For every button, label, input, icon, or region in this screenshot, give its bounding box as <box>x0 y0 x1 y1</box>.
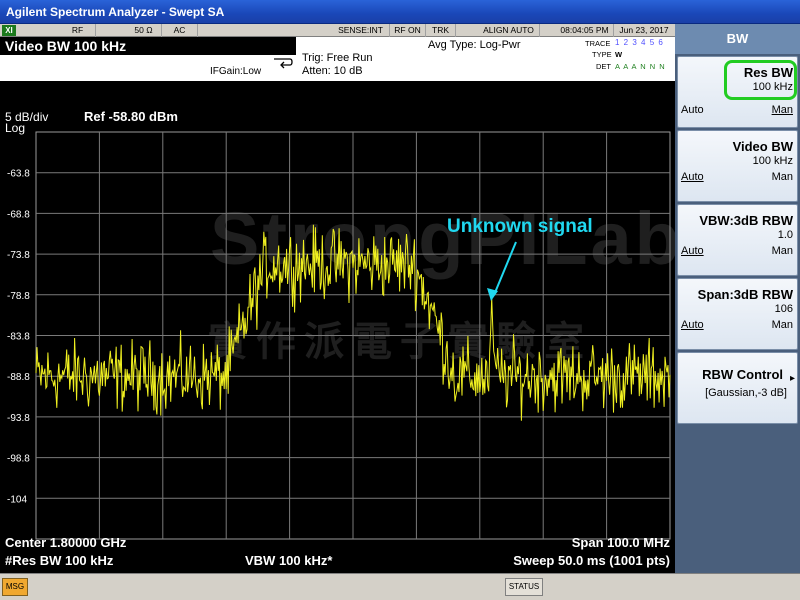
rf-input-indicator: RF <box>60 24 96 37</box>
avg-type-readout: Avg Type: Log-Pwr <box>428 39 521 51</box>
menu-title: BW <box>675 24 800 54</box>
softkey-span-rbw-ratio[interactable]: Span:3dB RBW 106 Auto Man <box>677 278 798 350</box>
det-values: A A A N N N <box>615 62 666 71</box>
center-frequency-label: Center 1.80000 GHz <box>5 535 127 550</box>
status-label[interactable]: STATUS <box>505 578 543 596</box>
spectrum-display: StrongPILab 實作派電子實驗室 5 dB/div Log Ref -58.… <box>0 81 680 573</box>
xi-badge: XI <box>2 25 16 36</box>
det-label: DET <box>596 62 611 71</box>
auto-option[interactable]: Auto <box>681 171 704 183</box>
type-values: W <box>615 50 623 59</box>
softkey-value: 106 <box>774 303 793 315</box>
instrument-status-strip: XI RF 50 Ω AC SENSE:INT RF ON TRK ALIGN … <box>0 24 675 37</box>
y-tick-label: -83.8 <box>7 332 30 343</box>
vbw-label: VBW 100 kHz* <box>245 553 333 568</box>
softkey-label: Res BW <box>743 65 793 80</box>
auto-option[interactable]: Auto <box>681 245 704 257</box>
type-label: TYPE <box>592 50 612 59</box>
ref-level-label: Ref -58.80 dBm <box>84 109 178 124</box>
bottom-status-bar: MSG STATUS <box>0 573 800 600</box>
attenuation-readout: Atten: 10 dB <box>302 65 363 77</box>
trace-numbers: 1 2 3 4 5 6 <box>615 38 664 47</box>
clock-date: Jun 23, 2017 <box>619 25 669 35</box>
softkey-res-bw[interactable]: Res BW 100 kHz Auto Man <box>677 56 798 128</box>
softkey-value: 100 kHz <box>752 155 793 167</box>
sweep-label: Sweep 50.0 ms (1001 pts) <box>513 553 670 568</box>
active-function-readout: Video BW 100 kHz <box>0 37 296 55</box>
msg-button[interactable]: MSG <box>2 578 28 596</box>
softkey-panel: BW Res BW 100 kHz Auto Man Video BW 100 … <box>675 24 800 573</box>
coupling-indicator: AC <box>162 24 198 37</box>
softkey-label: RBW Control <box>702 367 783 382</box>
y-tick-label: -104 <box>7 494 27 505</box>
ifgain-arrow-icon <box>274 58 293 69</box>
y-tick-label: -68.8 <box>7 209 30 220</box>
window-title: Agilent Spectrum Analyzer - Swept SA <box>0 0 800 24</box>
trk-indicator: TRK <box>426 24 456 37</box>
softkey-label: VBW:3dB RBW <box>699 213 793 228</box>
sense-indicator: SENSE:INT <box>332 24 390 37</box>
y-tick-label: -93.8 <box>7 413 30 424</box>
res-bw-label: #Res BW 100 kHz <box>5 553 114 568</box>
softkey-rbw-control[interactable]: RBW Control [Gaussian,-3 dB] ▸ <box>677 352 798 424</box>
softkey-vbw-rbw-ratio[interactable]: VBW:3dB RBW 1.0 Auto Man <box>677 204 798 276</box>
y-tick-label: -73.8 <box>7 250 30 261</box>
y-tick-label: -63.8 <box>7 169 30 180</box>
clock-time: 08:04:05 PM <box>556 24 614 37</box>
annotation-arrow-icon <box>493 241 517 296</box>
impedance-indicator: 50 Ω <box>126 24 162 37</box>
softkey-value: [Gaussian,-3 dB] <box>705 387 787 399</box>
y-tick-label: -88.8 <box>7 372 30 383</box>
softkey-label: Video BW <box>732 139 793 154</box>
trace-label: TRACE <box>585 39 611 48</box>
auto-option[interactable]: Auto <box>681 104 704 116</box>
span-label: Span 100.0 MHz <box>572 535 671 550</box>
rf-on-indicator: RF ON <box>390 24 426 37</box>
scale-type-label: Log <box>5 121 25 135</box>
softkey-label: Span:3dB RBW <box>697 287 793 302</box>
ifgain-readout: IFGain:Low <box>210 66 262 77</box>
man-option[interactable]: Man <box>772 319 793 331</box>
auto-option[interactable]: Auto <box>681 319 704 331</box>
y-tick-label: -78.8 <box>7 291 30 302</box>
man-option[interactable]: Man <box>772 171 793 183</box>
y-tick-label: -98.8 <box>7 454 30 465</box>
man-option[interactable]: Man <box>772 245 793 257</box>
measurement-header: Video BW 100 kHz Avg Type: Log-Pwr Trig:… <box>0 37 675 81</box>
softkey-value: 1.0 <box>777 229 793 241</box>
annotation-label: Unknown signal <box>447 216 593 237</box>
trigger-readout: Trig: Free Run <box>302 52 373 64</box>
softkey-video-bw[interactable]: Video BW 100 kHz Auto Man <box>677 130 798 202</box>
submenu-arrow-icon: ▸ <box>789 373 795 384</box>
align-indicator: ALIGN AUTO <box>478 24 540 37</box>
softkey-value: 100 kHz <box>752 81 793 93</box>
man-option[interactable]: Man <box>772 104 793 116</box>
spectrum-plot: 5 dB/divLogRef -58.80 dBm-63.8-68.8-73.8… <box>5 109 671 568</box>
